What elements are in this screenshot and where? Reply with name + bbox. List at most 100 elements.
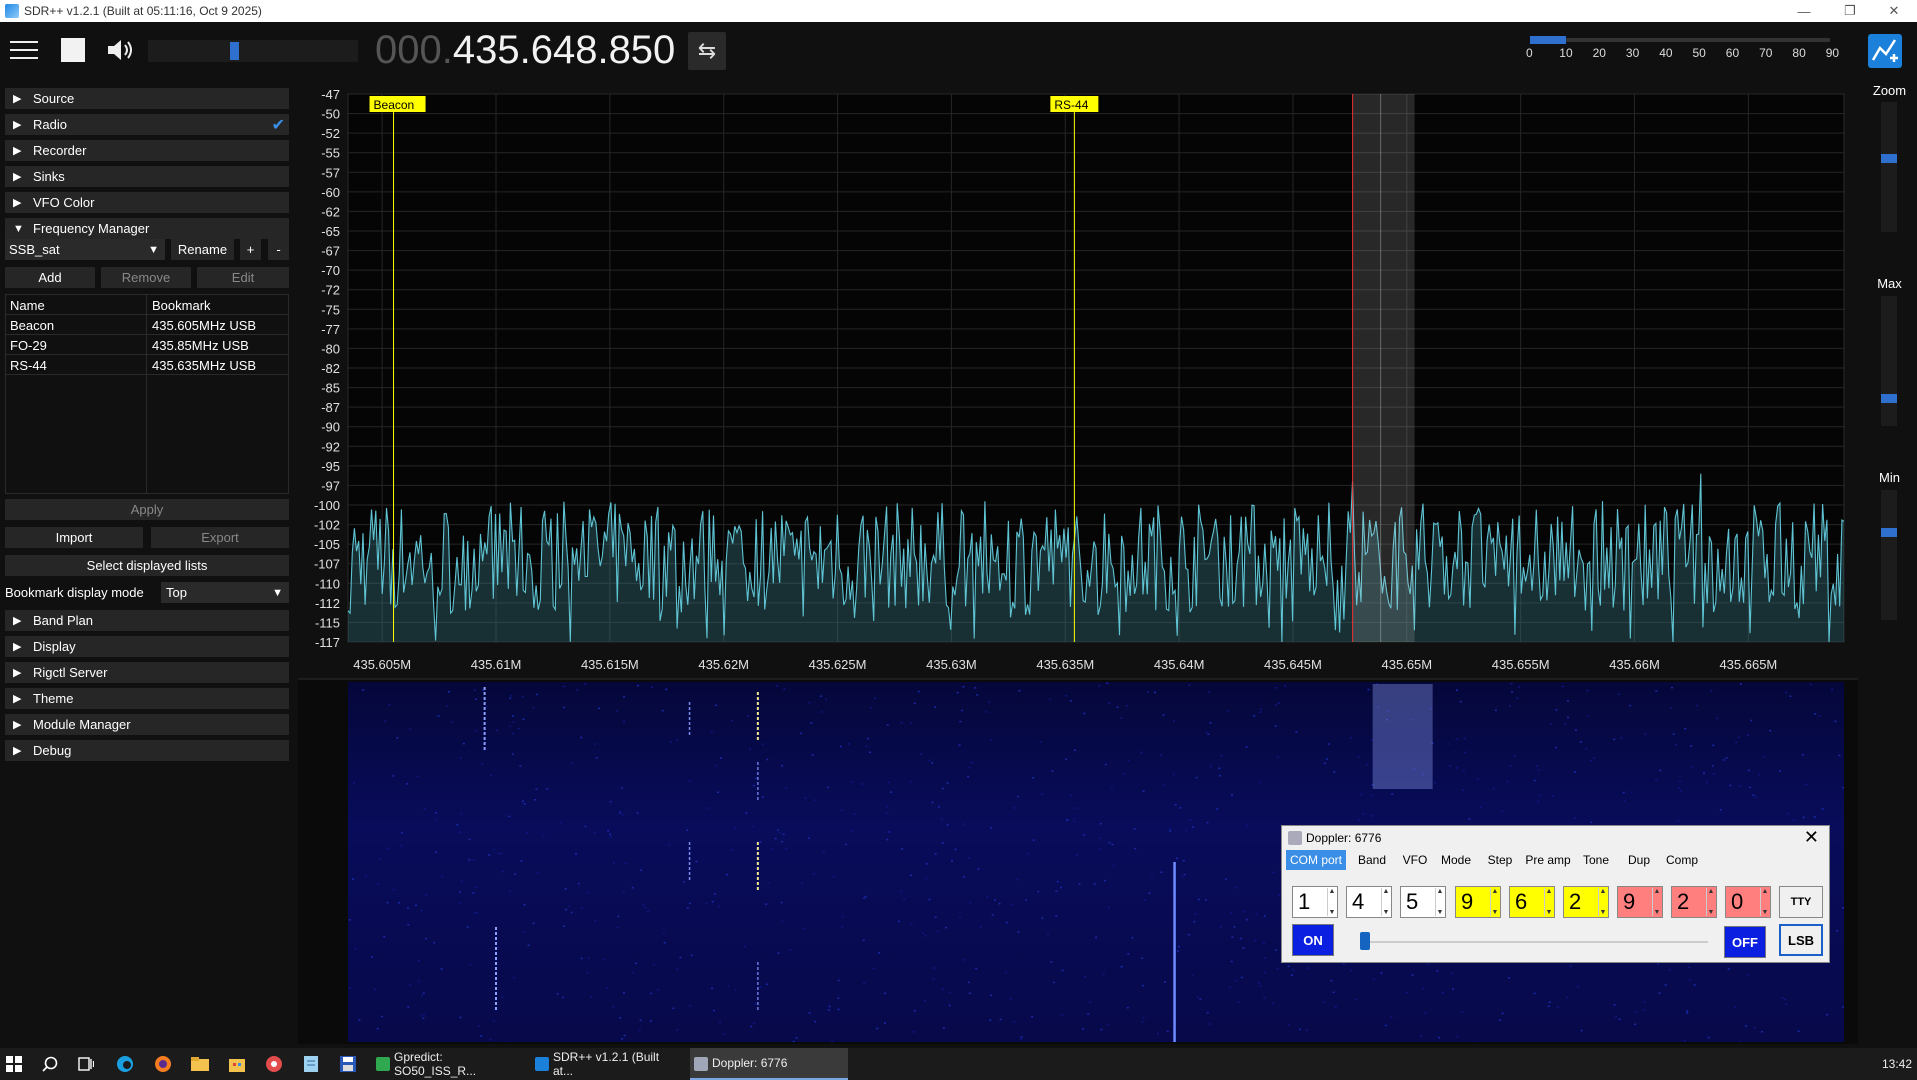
menu-debug[interactable]: ▶ Debug bbox=[5, 740, 289, 761]
spinner-arrows-icon[interactable]: ▲ ▼ bbox=[1327, 888, 1336, 916]
spinner-arrows-icon[interactable]: ▲ ▼ bbox=[1760, 888, 1769, 916]
spinner-arrows-icon[interactable]: ▲ ▼ bbox=[1706, 888, 1715, 916]
frequency-digit-spinner[interactable]: 5 ▲ ▼ bbox=[1400, 886, 1446, 918]
doppler-tab-dup[interactable]: Dup bbox=[1622, 850, 1656, 870]
radio-app-icon[interactable] bbox=[265, 1048, 283, 1080]
search-icon[interactable] bbox=[42, 1048, 58, 1080]
select-displayed-lists-button[interactable]: Select displayed lists bbox=[5, 555, 289, 576]
menu-vfo-color[interactable]: ▶ VFO Color bbox=[5, 192, 289, 213]
tty-button[interactable]: TTY bbox=[1779, 886, 1823, 918]
frequency-digit-spinner[interactable]: 9 ▲ ▼ bbox=[1617, 886, 1663, 918]
edit-bookmark-button[interactable]: Edit bbox=[197, 267, 289, 288]
spectrum-plot[interactable]: -47 -50 -52 -55 -57 -60 -62 -65 -67 -70 -72 -75 -77 -… bbox=[298, 80, 1858, 680]
taskbar-task-doppler[interactable]: Doppler: 6776 bbox=[690, 1048, 848, 1080]
frequency-main[interactable]: 435.648.850 bbox=[453, 28, 675, 72]
doppler-tab-pre-amp[interactable]: Pre amp bbox=[1525, 850, 1571, 870]
spinner-arrows-icon[interactable]: ▲ ▼ bbox=[1598, 888, 1607, 916]
import-button[interactable]: Import bbox=[5, 527, 143, 548]
waterfall-noise bbox=[1747, 734, 1750, 736]
zoom-slider-thumb[interactable] bbox=[1881, 154, 1897, 163]
spinner-arrows-icon[interactable]: ▲ ▼ bbox=[1435, 888, 1444, 916]
waterfall-noise bbox=[1422, 987, 1425, 990]
zoom-slider[interactable] bbox=[1881, 102, 1897, 232]
waterfall-noise bbox=[536, 872, 539, 874]
table-row[interactable]: FO-29 435.85MHz USB bbox=[6, 335, 288, 355]
add-list-button[interactable]: + bbox=[240, 239, 261, 260]
doppler-tab-band[interactable]: Band bbox=[1349, 850, 1395, 870]
bookmark-list-select[interactable]: SSB_sat ▼ bbox=[5, 239, 165, 260]
frequency-digit-spinner[interactable]: 2 ▲ ▼ bbox=[1671, 886, 1717, 918]
frequency-display[interactable]: 000.435.648.850 bbox=[375, 28, 675, 73]
menu-display[interactable]: ▶ Display bbox=[5, 636, 289, 657]
menu-rigctl-server[interactable]: ▶ Rigctl Server bbox=[5, 662, 289, 683]
taskbar-clock[interactable]: 13:42 bbox=[1882, 1048, 1912, 1080]
sdrpp-logo-icon[interactable] bbox=[1868, 34, 1902, 68]
frequency-digit-spinner[interactable]: 0 ▲ ▼ bbox=[1725, 886, 1771, 918]
notepad-icon[interactable] bbox=[303, 1048, 319, 1080]
remove-list-button[interactable]: - bbox=[268, 239, 289, 260]
minimize-button[interactable]: — bbox=[1781, 0, 1827, 22]
doppler-tab-comp[interactable]: Comp bbox=[1661, 850, 1703, 870]
menu-recorder[interactable]: ▶ Recorder bbox=[5, 140, 289, 161]
spinner-arrows-icon[interactable]: ▲ ▼ bbox=[1544, 888, 1553, 916]
doppler-tab-com-port[interactable]: COM port bbox=[1286, 850, 1346, 870]
doppler-tab-mode[interactable]: Mode bbox=[1434, 850, 1478, 870]
vfo-band[interactable] bbox=[1352, 94, 1415, 642]
bookmark-display-mode-select[interactable]: Top ▼ bbox=[161, 582, 289, 603]
spinner-arrows-icon[interactable]: ▲ ▼ bbox=[1490, 888, 1499, 916]
spinner-arrows-icon[interactable]: ▲ ▼ bbox=[1652, 888, 1661, 916]
apply-button[interactable]: Apply bbox=[5, 499, 289, 520]
start-windows-icon[interactable] bbox=[6, 1048, 22, 1080]
doppler-tab-step[interactable]: Step bbox=[1481, 850, 1519, 870]
off-button[interactable]: OFF bbox=[1724, 926, 1766, 958]
menu-hamburger-icon[interactable] bbox=[8, 34, 40, 66]
stop-icon[interactable] bbox=[57, 34, 89, 66]
min-slider-thumb[interactable] bbox=[1881, 528, 1897, 537]
on-button[interactable]: ON bbox=[1292, 924, 1334, 956]
menu-theme[interactable]: ▶ Theme bbox=[5, 688, 289, 709]
edge-browser-icon[interactable] bbox=[116, 1048, 134, 1080]
menu-sinks[interactable]: ▶ Sinks bbox=[5, 166, 289, 187]
doppler-close-icon[interactable]: ✕ bbox=[1804, 827, 1819, 848]
max-slider-thumb[interactable] bbox=[1881, 394, 1897, 403]
frequency-digit-spinner[interactable]: 6 ▲ ▼ bbox=[1509, 886, 1555, 918]
remove-bookmark-button[interactable]: Remove bbox=[101, 267, 191, 288]
frequency-digit-spinner[interactable]: 2 ▲ ▼ bbox=[1563, 886, 1609, 918]
max-slider[interactable] bbox=[1881, 296, 1897, 426]
close-button[interactable]: ✕ bbox=[1871, 0, 1917, 22]
menu-band-plan[interactable]: ▶ Band Plan bbox=[5, 610, 289, 631]
swap-icon[interactable]: ⇆ bbox=[688, 32, 726, 70]
menu-module-manager[interactable]: ▶ Module Manager bbox=[5, 714, 289, 735]
doppler-tab-tone[interactable]: Tone bbox=[1574, 850, 1618, 870]
volume-slider-thumb[interactable] bbox=[230, 42, 239, 60]
volume-icon[interactable] bbox=[105, 34, 137, 66]
min-slider[interactable] bbox=[1881, 490, 1897, 620]
menu-source[interactable]: ▶ Source bbox=[5, 88, 289, 109]
doppler-slider-thumb[interactable] bbox=[1360, 932, 1370, 950]
store-icon[interactable] bbox=[228, 1048, 246, 1080]
table-row[interactable]: Beacon 435.605MHz USB bbox=[6, 315, 288, 335]
maximize-button[interactable]: ❐ bbox=[1827, 0, 1873, 22]
task-view-icon[interactable] bbox=[78, 1048, 94, 1080]
frequency-digit-spinner[interactable]: 9 ▲ ▼ bbox=[1455, 886, 1501, 918]
frequency-digit-spinner[interactable]: 4 ▲ ▼ bbox=[1346, 886, 1392, 918]
add-bookmark-button[interactable]: Add bbox=[5, 267, 95, 288]
firefox-icon[interactable] bbox=[154, 1048, 172, 1080]
taskbar-task-sdrpp[interactable]: SDR++ v1.2.1 (Built at... bbox=[531, 1048, 679, 1080]
file-explorer-icon[interactable] bbox=[191, 1048, 209, 1080]
taskbar-task-gpredict[interactable]: Gpredict: SO50_ISS_R... bbox=[372, 1048, 520, 1080]
checkmark-icon[interactable]: ✔ bbox=[272, 115, 285, 135]
export-button[interactable]: Export bbox=[151, 527, 289, 548]
floppy-save-icon[interactable] bbox=[340, 1048, 356, 1080]
volume-slider[interactable] bbox=[148, 40, 358, 62]
lsb-button[interactable]: LSB bbox=[1779, 924, 1823, 956]
menu-radio[interactable]: ▶ Radio ✔ bbox=[5, 114, 289, 135]
rename-button[interactable]: Rename bbox=[171, 239, 234, 260]
frequency-digit-spinner[interactable]: 1 ▲ ▼ bbox=[1292, 886, 1338, 918]
spinner-arrows-icon[interactable]: ▲ ▼ bbox=[1381, 888, 1390, 916]
waterfall-noise bbox=[1738, 785, 1741, 787]
doppler-slider[interactable] bbox=[1362, 941, 1708, 943]
menu-frequency-manager[interactable]: ▼ Frequency Manager bbox=[5, 218, 289, 239]
doppler-tab-vfo[interactable]: VFO bbox=[1399, 850, 1431, 870]
table-row[interactable]: RS-44 435.635MHz USB bbox=[6, 355, 288, 375]
